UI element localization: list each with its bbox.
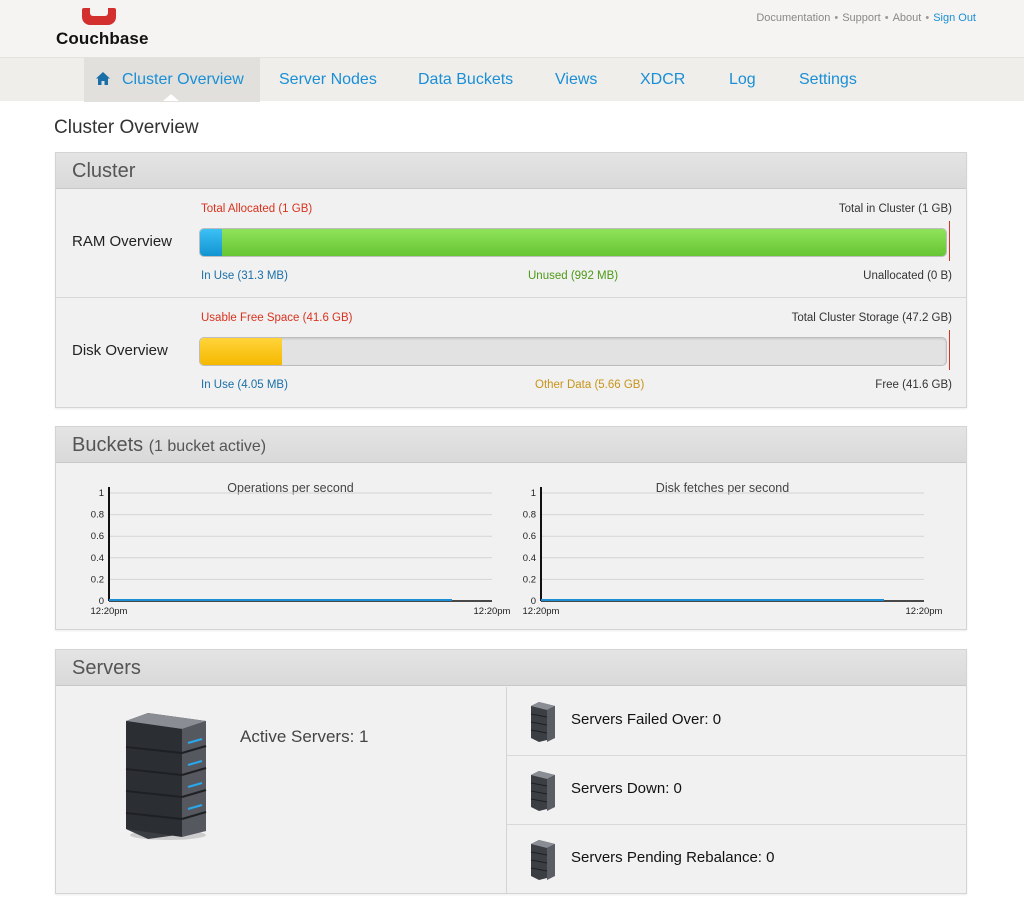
main-nav: Cluster Overview Server Nodes Data Bucke… bbox=[0, 57, 1024, 102]
x-tick-label: 12:20pm bbox=[523, 606, 560, 617]
servers-failed-over-row: Servers Failed Over: 0 bbox=[507, 687, 967, 756]
servers-failed-over-text: Servers Failed Over: 0 bbox=[571, 711, 722, 728]
servers-down-row: Servers Down: 0 bbox=[507, 756, 967, 825]
disk-free-label: Free (41.6 GB) bbox=[875, 379, 952, 391]
support-link[interactable]: Support bbox=[842, 12, 881, 24]
ram-unused-label: Unused (992 MB) bbox=[528, 270, 619, 282]
y-tick-label: 1 bbox=[99, 488, 104, 499]
disk-usable-free-space: Usable Free Space (41.6 GB) bbox=[201, 312, 353, 324]
active-servers-count: Active Servers: 1 bbox=[240, 727, 369, 746]
y-tick-label: 0.6 bbox=[91, 531, 104, 542]
about-link[interactable]: About bbox=[893, 12, 922, 24]
y-tick-label: 0.2 bbox=[91, 574, 104, 585]
servers-panel: Servers Active Servers: 1 Servers Failed… bbox=[55, 649, 967, 894]
y-tick-label: 0.6 bbox=[523, 531, 536, 542]
y-tick-label: 0.4 bbox=[523, 553, 536, 564]
ram-overview-label: RAM Overview bbox=[72, 233, 173, 250]
ram-total-allocated: Total Allocated (1 GB) bbox=[201, 203, 313, 215]
disk-quota-marker bbox=[949, 330, 950, 370]
tab-settings[interactable]: Settings bbox=[799, 58, 857, 102]
logo-mark-icon bbox=[82, 8, 116, 25]
disk-total-cluster-storage: Total Cluster Storage (47.2 GB) bbox=[791, 312, 952, 324]
cluster-panel-title: Cluster bbox=[56, 153, 966, 189]
y-tick-label: 0.2 bbox=[523, 574, 536, 585]
home-icon bbox=[96, 72, 110, 85]
y-tick-label: 0.4 bbox=[91, 553, 104, 564]
server-icon bbox=[529, 702, 557, 747]
brand-name: Couchbase bbox=[56, 29, 149, 48]
server-status-list: Servers Failed Over: 0 Servers Down: 0 S… bbox=[506, 687, 967, 894]
active-tab-pointer bbox=[163, 94, 179, 101]
active-servers-section: Active Servers: 1 bbox=[56, 687, 506, 893]
disk-in-use-label: In Use (4.05 MB) bbox=[201, 379, 288, 391]
y-tick-label: 1 bbox=[531, 488, 536, 499]
cluster-panel: Cluster RAM Overview Total Allocated (1 … bbox=[55, 152, 967, 408]
server-tower-icon bbox=[120, 711, 210, 846]
x-tick-label: 12:20pm bbox=[906, 606, 943, 617]
servers-pending-rebalance-text: Servers Pending Rebalance: 0 bbox=[571, 849, 775, 866]
tab-data-buckets[interactable]: Data Buckets bbox=[418, 58, 513, 102]
servers-panel-title: Servers bbox=[56, 650, 966, 686]
servers-down-text: Servers Down: 0 bbox=[571, 780, 682, 797]
disk-usage-bar bbox=[199, 337, 947, 366]
ram-unused-segment bbox=[222, 229, 946, 256]
chart-svg: Operations per second00.20.40.60.8112:20… bbox=[91, 481, 511, 617]
operations-per-second-chart: Operations per second 0 0.2 0.4 0.6 0.8 1 12:20… bbox=[86, 479, 516, 634]
y-tick-label: 0.8 bbox=[523, 510, 536, 521]
ram-quota-marker bbox=[949, 221, 950, 261]
ram-unallocated-label: Unallocated (0 B) bbox=[863, 270, 952, 282]
ram-overview-row: RAM Overview Total Allocated (1 GB) Tota… bbox=[56, 190, 966, 298]
x-tick-label: 12:20pm bbox=[474, 606, 511, 617]
ram-in-use-segment bbox=[200, 229, 222, 256]
server-icon bbox=[529, 771, 557, 816]
ram-usage-bar bbox=[199, 228, 947, 257]
disk-other-data-label: Other Data (5.66 GB) bbox=[535, 379, 645, 391]
app-header: Couchbase Documentation • Support • About • Si… bbox=[0, 0, 1024, 102]
disk-other-data-segment bbox=[200, 338, 282, 365]
server-icon bbox=[529, 840, 557, 885]
disk-overview-row: Disk Overview Usable Free Space (41.6 GB… bbox=[56, 299, 966, 407]
buckets-panel: Buckets (1 bucket active) Operations per… bbox=[55, 426, 967, 630]
tab-label: Cluster Overview bbox=[122, 71, 244, 88]
disk-overview-label: Disk Overview bbox=[72, 342, 168, 359]
documentation-link[interactable]: Documentation bbox=[756, 12, 830, 24]
ram-total-in-cluster: Total in Cluster (1 GB) bbox=[838, 203, 952, 215]
servers-pending-rebalance-row: Servers Pending Rebalance: 0 bbox=[507, 825, 967, 894]
tab-xdcr[interactable]: XDCR bbox=[640, 58, 685, 102]
ram-in-use-label: In Use (31.3 MB) bbox=[201, 270, 288, 282]
sign-out-link[interactable]: Sign Out bbox=[933, 12, 976, 24]
page-title: Cluster Overview bbox=[54, 117, 199, 138]
x-tick-label: 12:20pm bbox=[91, 606, 128, 617]
disk-fetches-per-second-chart: Disk fetches per second 0 0.2 0.4 0.6 0.8 1 12:… bbox=[518, 479, 948, 634]
buckets-subtitle: (1 bucket active) bbox=[148, 438, 267, 455]
chart-svg: Disk fetches per second00.20.40.60.8112:… bbox=[523, 481, 943, 617]
tab-views[interactable]: Views bbox=[555, 58, 597, 102]
top-links: Documentation • Support • About • Sign Out bbox=[756, 12, 976, 24]
buckets-panel-title: Buckets (1 bucket active) bbox=[56, 427, 966, 463]
buckets-title: Buckets bbox=[72, 434, 144, 456]
couchbase-logo[interactable]: Couchbase bbox=[56, 8, 149, 50]
tab-log[interactable]: Log bbox=[729, 58, 756, 102]
tab-server-nodes[interactable]: Server Nodes bbox=[279, 58, 377, 102]
y-tick-label: 0.8 bbox=[91, 510, 104, 521]
